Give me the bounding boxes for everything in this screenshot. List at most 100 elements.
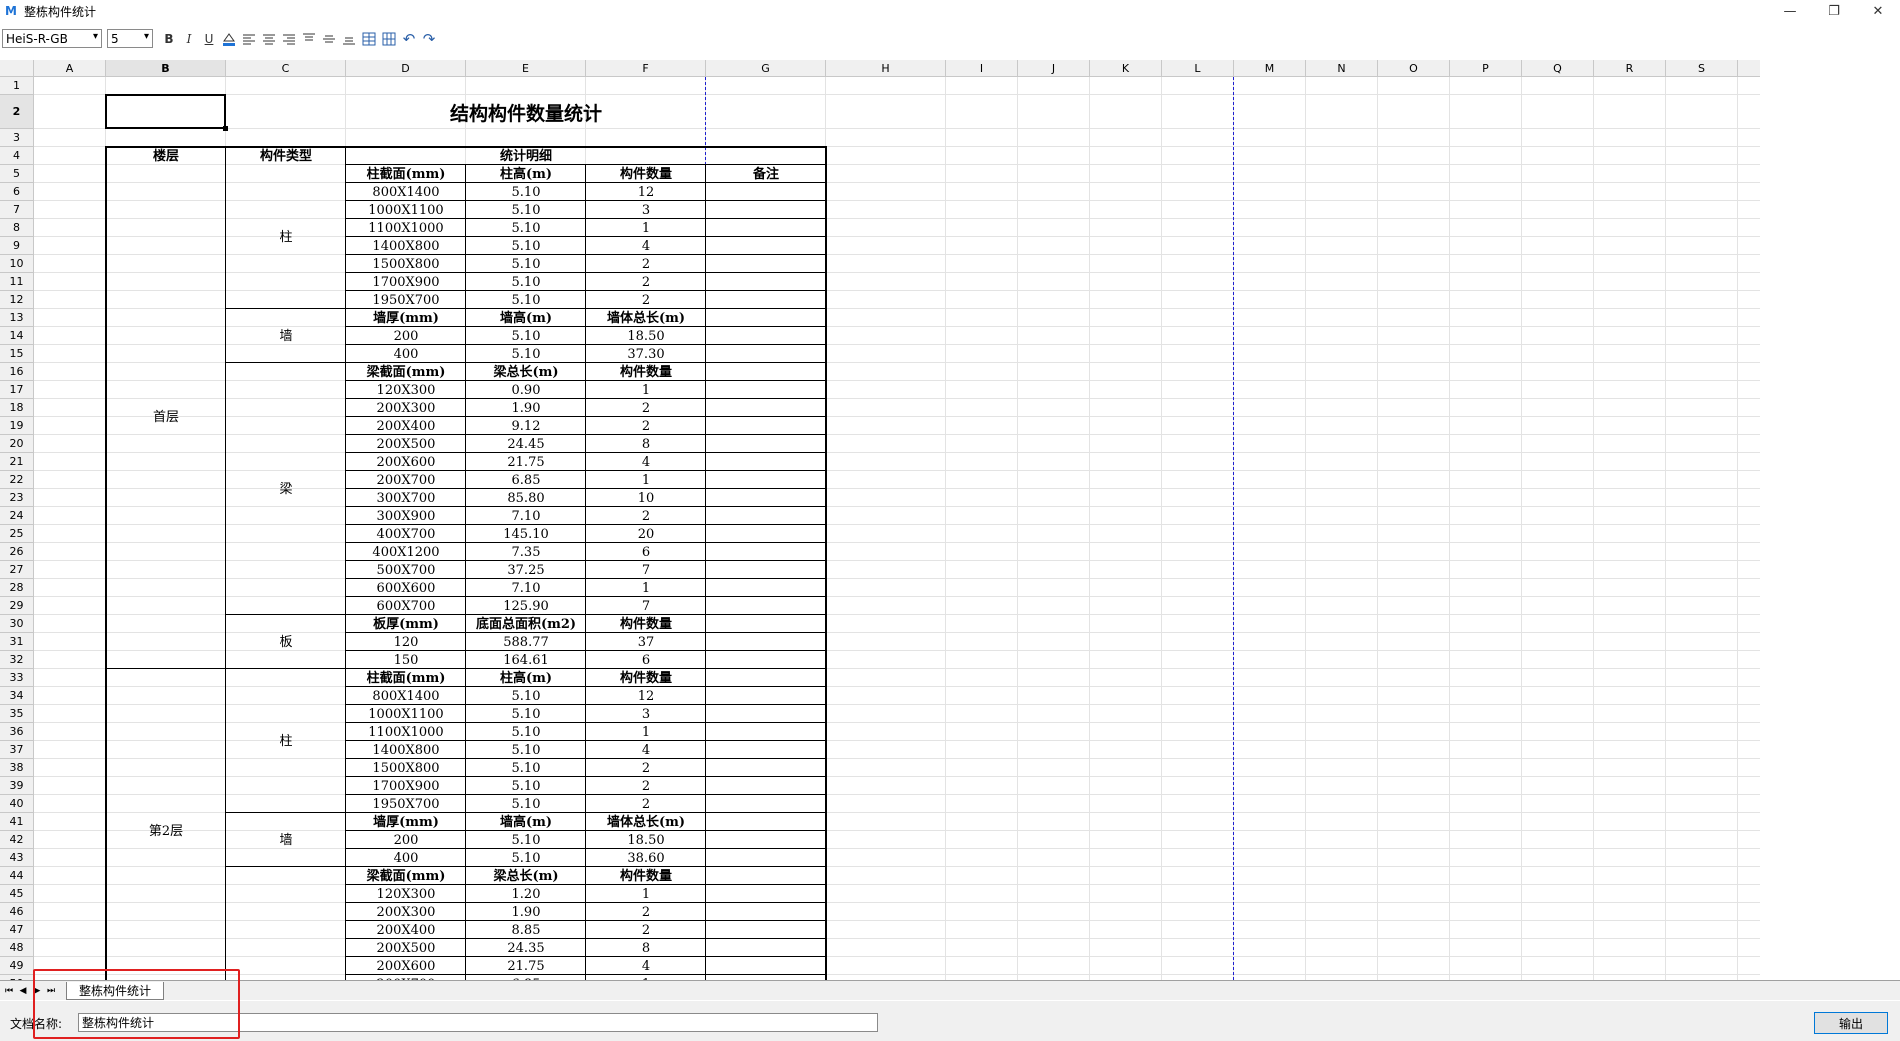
data-cell[interactable]: 5.10 bbox=[466, 831, 586, 849]
group-header[interactable]: 墙厚(mm) bbox=[346, 309, 466, 327]
data-cell[interactable]: 6 bbox=[586, 543, 706, 561]
row-header[interactable]: 40 bbox=[0, 795, 34, 813]
data-cell[interactable]: 200X500 bbox=[346, 435, 466, 453]
data-cell[interactable]: 5.10 bbox=[466, 273, 586, 291]
row-header[interactable]: 36 bbox=[0, 723, 34, 741]
data-cell[interactable]: 5.10 bbox=[466, 741, 586, 759]
align-middle-icon[interactable] bbox=[319, 29, 339, 49]
row-header[interactable]: 46 bbox=[0, 903, 34, 921]
column-header[interactable]: O bbox=[1378, 60, 1450, 77]
data-cell[interactable]: 85.80 bbox=[466, 489, 586, 507]
data-cell[interactable]: 400 bbox=[346, 849, 466, 867]
data-cell[interactable]: 8.85 bbox=[466, 921, 586, 939]
row-header[interactable]: 12 bbox=[0, 291, 34, 309]
data-cell[interactable]: 12 bbox=[586, 183, 706, 201]
component-type[interactable]: 板 bbox=[226, 615, 346, 669]
data-cell[interactable]: 1700X900 bbox=[346, 777, 466, 795]
row-header[interactable]: 9 bbox=[0, 237, 34, 255]
data-cell[interactable]: 200X400 bbox=[346, 417, 466, 435]
data-cell[interactable]: 4 bbox=[586, 453, 706, 471]
data-cell[interactable]: 2 bbox=[586, 417, 706, 435]
row-header[interactable]: 1 bbox=[0, 77, 34, 95]
row-header[interactable]: 7 bbox=[0, 201, 34, 219]
data-cell[interactable]: 300X900 bbox=[346, 507, 466, 525]
row-header[interactable]: 10 bbox=[0, 255, 34, 273]
data-cell[interactable]: 1000X1100 bbox=[346, 705, 466, 723]
data-cell[interactable]: 4 bbox=[586, 237, 706, 255]
data-cell[interactable]: 120X300 bbox=[346, 885, 466, 903]
group-header[interactable]: 墙高(m) bbox=[466, 309, 586, 327]
align-left-icon[interactable] bbox=[239, 29, 259, 49]
data-cell[interactable]: 1 bbox=[586, 723, 706, 741]
group-header[interactable]: 墙厚(mm) bbox=[346, 813, 466, 831]
data-cell[interactable]: 5.10 bbox=[466, 219, 586, 237]
group-header[interactable]: 梁总长(m) bbox=[466, 867, 586, 885]
data-cell[interactable]: 5.10 bbox=[466, 687, 586, 705]
column-header[interactable]: L bbox=[1162, 60, 1234, 77]
component-type[interactable]: 墙 bbox=[226, 309, 346, 363]
row-header[interactable]: 49 bbox=[0, 957, 34, 975]
column-header[interactable]: M bbox=[1234, 60, 1306, 77]
row-header[interactable]: 26 bbox=[0, 543, 34, 561]
data-cell[interactable]: 145.10 bbox=[466, 525, 586, 543]
group-header[interactable]: 构件数量 bbox=[586, 615, 706, 633]
row-header[interactable]: 13 bbox=[0, 309, 34, 327]
group-header[interactable]: 构件数量 bbox=[586, 867, 706, 885]
data-cell[interactable]: 8 bbox=[586, 435, 706, 453]
data-cell[interactable]: 10 bbox=[586, 489, 706, 507]
row-header[interactable]: 24 bbox=[0, 507, 34, 525]
data-cell[interactable]: 20 bbox=[586, 525, 706, 543]
data-cell[interactable]: 18.50 bbox=[586, 327, 706, 345]
component-type[interactable]: 梁 bbox=[226, 363, 346, 615]
data-cell[interactable]: 588.77 bbox=[466, 633, 586, 651]
data-cell[interactable]: 21.75 bbox=[466, 453, 586, 471]
data-cell[interactable]: 600X600 bbox=[346, 579, 466, 597]
data-cell[interactable]: 500X700 bbox=[346, 561, 466, 579]
row-header[interactable]: 6 bbox=[0, 183, 34, 201]
row-header[interactable]: 38 bbox=[0, 759, 34, 777]
data-cell[interactable]: 125.90 bbox=[466, 597, 586, 615]
row-header[interactable]: 41 bbox=[0, 813, 34, 831]
data-cell[interactable]: 4 bbox=[586, 741, 706, 759]
row-header[interactable]: 17 bbox=[0, 381, 34, 399]
column-header[interactable]: F bbox=[586, 60, 706, 77]
row-header[interactable]: 22 bbox=[0, 471, 34, 489]
row-header[interactable]: 25 bbox=[0, 525, 34, 543]
sheet-title[interactable]: 结构构件数量统计 bbox=[226, 95, 826, 129]
data-cell[interactable]: 6 bbox=[586, 651, 706, 669]
data-cell[interactable]: 1100X1000 bbox=[346, 723, 466, 741]
row-header[interactable]: 11 bbox=[0, 273, 34, 291]
data-cell[interactable]: 7 bbox=[586, 597, 706, 615]
data-cell[interactable]: 5.10 bbox=[466, 705, 586, 723]
component-type[interactable]: 墙 bbox=[226, 813, 346, 867]
data-cell[interactable]: 0.90 bbox=[466, 381, 586, 399]
data-cell[interactable]: 300X700 bbox=[346, 489, 466, 507]
row-header[interactable]: 21 bbox=[0, 453, 34, 471]
data-cell[interactable]: 9.12 bbox=[466, 417, 586, 435]
column-header[interactable]: S bbox=[1666, 60, 1738, 77]
row-header[interactable]: 20 bbox=[0, 435, 34, 453]
align-bottom-icon[interactable] bbox=[339, 29, 359, 49]
data-cell[interactable]: 1500X800 bbox=[346, 255, 466, 273]
data-cell[interactable]: 24.35 bbox=[466, 939, 586, 957]
data-cell[interactable]: 600X700 bbox=[346, 597, 466, 615]
data-cell[interactable]: 8 bbox=[586, 939, 706, 957]
data-cell[interactable]: 5.10 bbox=[466, 849, 586, 867]
group-header[interactable]: 板厚(mm) bbox=[346, 615, 466, 633]
bold-button[interactable]: B bbox=[159, 29, 179, 49]
data-cell[interactable]: 1 bbox=[586, 381, 706, 399]
prev-sheet-button[interactable]: ◀ bbox=[16, 983, 30, 999]
underline-button[interactable]: U bbox=[199, 29, 219, 49]
column-header[interactable]: K bbox=[1090, 60, 1162, 77]
row-header[interactable]: 30 bbox=[0, 615, 34, 633]
data-cell[interactable]: 1 bbox=[586, 885, 706, 903]
cell-grid[interactable]: 结构构件数量统计 楼层 构件类型 统计明细 备注 柱截面(mm) 柱高(m) 构件数量 800X… bbox=[34, 77, 1760, 980]
data-cell[interactable]: 38.60 bbox=[586, 849, 706, 867]
data-cell[interactable]: 2 bbox=[586, 291, 706, 309]
data-cell[interactable]: 1.90 bbox=[466, 903, 586, 921]
column-header[interactable]: P bbox=[1450, 60, 1522, 77]
data-cell[interactable]: 2 bbox=[586, 795, 706, 813]
column-header[interactable]: A bbox=[34, 60, 106, 77]
row-header[interactable]: 33 bbox=[0, 669, 34, 687]
row-header[interactable]: 37 bbox=[0, 741, 34, 759]
